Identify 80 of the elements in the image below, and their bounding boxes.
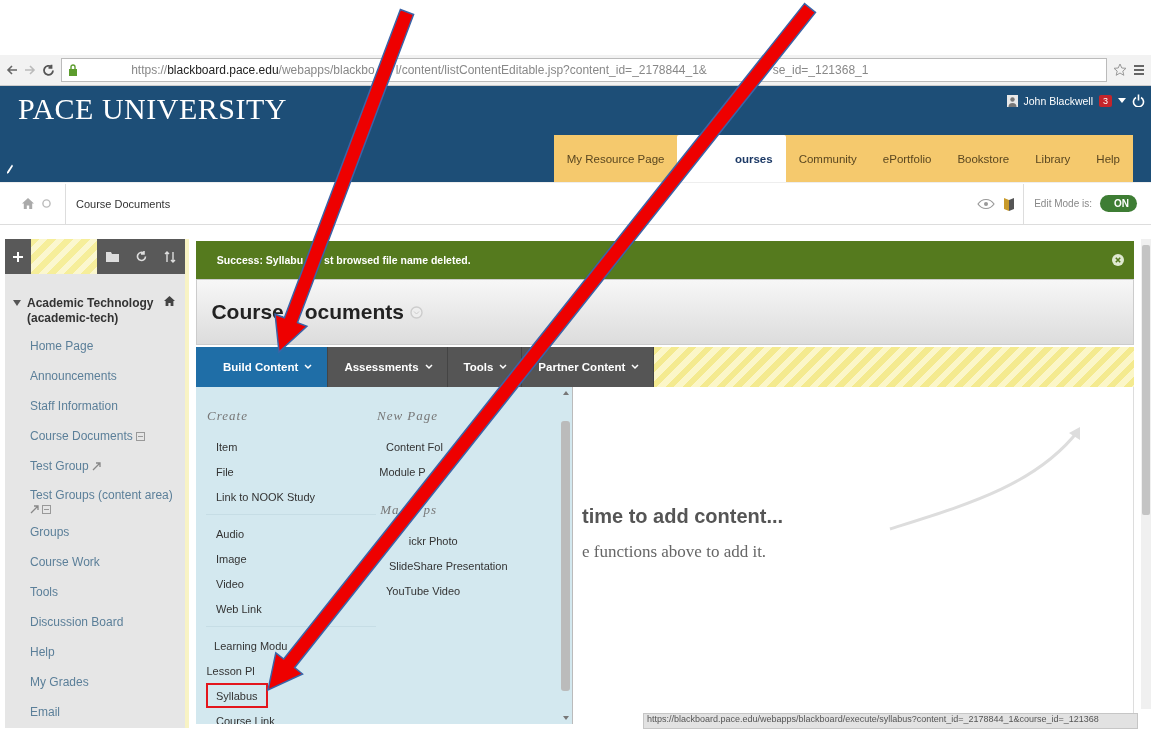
menu-item[interactable]: Module P [369,459,430,484]
caret-icon[interactable] [1118,97,1126,104]
sort-icon[interactable] [164,250,177,263]
sidebar-item[interactable]: Test Groups (content area) [30,488,173,502]
menu-item[interactable]: Item [206,434,242,459]
nav-tab[interactable]: Community [785,135,870,182]
nav-tab[interactable]: Help [1083,135,1133,182]
triangle-icon[interactable] [13,300,21,306]
sidebar-item[interactable]: Home Page [30,339,94,353]
alert-message: Success: Syllabu st browsed file name deleted. [216,254,472,266]
lock-icon [68,64,78,76]
sidebar-item[interactable]: Groups [30,525,70,539]
menu-button[interactable]: Partner Content [522,347,655,387]
menu-item[interactable]: Learning Modu [204,633,292,658]
sidebar-item[interactable]: My Grades [30,675,89,689]
edit-mode-label: Edit Mode is: [1023,183,1092,224]
book-icon[interactable] [1003,196,1016,211]
chevron-icon [424,364,433,370]
pencil-icon [6,164,13,174]
up-icon [562,391,569,395]
address-bar[interactable]: https://blackboard.pace.edu/webapps/blackbo l/content/listContentEditable.jsp?content_id=_2178844_1& se_id=_121368_1 [61,58,1107,82]
eye-icon[interactable] [977,197,996,210]
sidebar-item[interactable]: Staff Information [30,399,118,413]
chevron-icon [631,364,640,370]
user-icon [1006,94,1018,107]
empty-state-heading: time to add content... [582,505,785,528]
menu-item[interactable]: Content Fol [376,434,447,459]
nav-tab[interactable]: My Resource Page [553,135,678,182]
menu-item[interactable]: Syllabus [206,683,268,708]
sidebar-item[interactable]: Test Group [30,459,89,473]
menu-item[interactable]: ickr Photo [398,528,462,553]
menu-item[interactable]: Video [206,571,248,596]
menu-icon[interactable] [1133,64,1145,76]
reload-icon[interactable] [42,63,55,77]
chevron-icon [499,364,508,370]
menu-item[interactable]: Web Link [206,596,266,621]
star-icon[interactable] [1113,63,1127,77]
home-icon[interactable] [164,296,175,306]
menu-heading: Ma ps [379,502,437,518]
edit-mode-toggle[interactable]: ON [1100,195,1137,212]
back-icon[interactable] [6,64,18,76]
chevron-icon [304,364,313,370]
menu-item[interactable]: Lesson Pl [196,658,259,683]
menu-item[interactable]: File [206,459,238,484]
menu-button[interactable]: Build Content [196,347,329,387]
menu-heading: New Page [376,408,439,424]
down-icon [562,716,569,720]
menu-item[interactable]: Link to NOOK Study [206,484,320,509]
sidebar-item[interactable]: Tools [30,585,58,599]
page-title: Course ocuments [211,300,404,324]
menu-item[interactable]: Image [206,546,251,571]
nav-tab[interactable]: ePortfolio [869,135,945,182]
menu-scrollbar[interactable] [561,391,570,720]
sidebar-item[interactable]: Help [30,645,55,659]
menu-item[interactable]: Audio [206,521,249,546]
user-name[interactable]: John Blackwell [1023,94,1093,107]
university-logo[interactable]: PACE UNIVERSITY [0,86,1007,126]
sidebar-item[interactable]: Discussion Board [30,615,124,629]
status-url: https://blackboard.pace.edu/webapps/blackboard/execute/syllabus?content_id=_2178844_1&course_id=_121368 [643,713,1138,729]
close-icon[interactable] [1112,254,1124,266]
menu-item[interactable]: Course Link [206,708,279,724]
sidebar-item[interactable]: Announcements [30,369,117,383]
folder-icon[interactable] [105,251,119,262]
refresh-icon[interactable] [136,251,147,262]
empty-state-text: e functions above to add it. [582,542,768,562]
menu-item[interactable]: YouTube Video [376,578,465,603]
nav-tab[interactable]: Bookstore [944,135,1023,182]
menu-heading: Create [206,408,248,424]
sidebar-item[interactable]: Course Documents [30,429,133,443]
notification-badge[interactable]: 3 [1099,94,1112,107]
nav-tab[interactable]: Library [1022,135,1084,182]
power-icon[interactable] [1132,94,1145,107]
sidebar-item[interactable]: Email [30,705,60,719]
hatched-area [31,239,97,274]
sidebar-item[interactable]: Course Work [30,555,100,569]
menu-button[interactable]: Assessments [328,347,448,387]
page-scrollbar[interactable] [1141,239,1151,709]
course-title[interactable]: Academic Technology (academic-tech) [27,296,158,326]
plus-icon[interactable] [13,251,23,262]
menu-item[interactable]: SlideShare Presentation [378,553,512,578]
